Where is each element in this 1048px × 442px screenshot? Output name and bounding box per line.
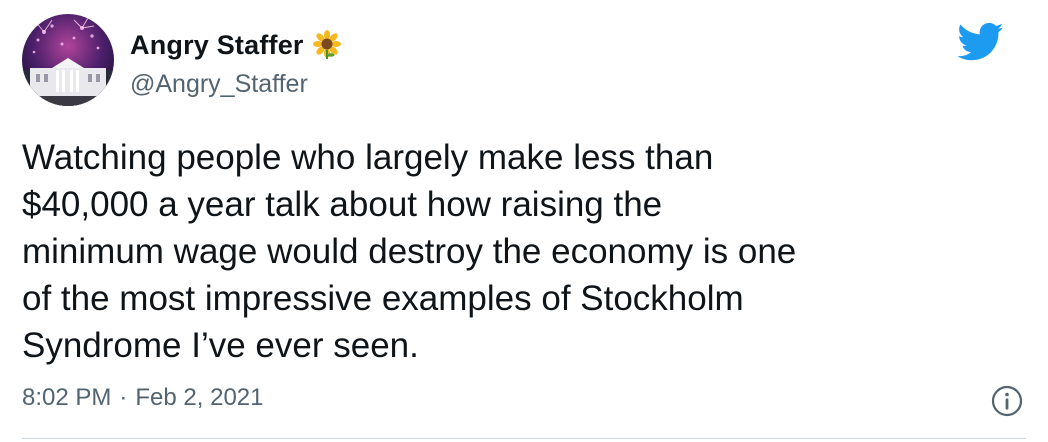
author-names: Angry Staffer @Angry_Staffer	[130, 14, 342, 99]
divider	[22, 438, 1026, 439]
tweet-card: Angry Staffer @Angry_Staffer Watching pe…	[0, 0, 1048, 442]
tweet-text: Watching people who largely make less th…	[22, 138, 797, 365]
tweet-date: Feb 2, 2021	[135, 384, 264, 411]
avatar[interactable]	[22, 14, 114, 106]
twitter-bird-icon[interactable]	[957, 22, 1004, 62]
white-house-fireworks-avatar-image	[22, 14, 114, 106]
sunflower-icon	[312, 30, 342, 60]
tweet-timestamp[interactable]: 8:02 PM · Feb 2, 2021	[22, 384, 264, 412]
display-name[interactable]: Angry Staffer	[130, 30, 304, 61]
display-name-row: Angry Staffer	[130, 28, 342, 62]
info-icon[interactable]	[990, 384, 1024, 418]
user-handle[interactable]: @Angry_Staffer	[130, 70, 342, 99]
meta-separator: ·	[119, 384, 128, 411]
tweet-time: 8:02 PM	[22, 384, 112, 411]
tweet-header: Angry Staffer @Angry_Staffer	[22, 14, 1028, 110]
